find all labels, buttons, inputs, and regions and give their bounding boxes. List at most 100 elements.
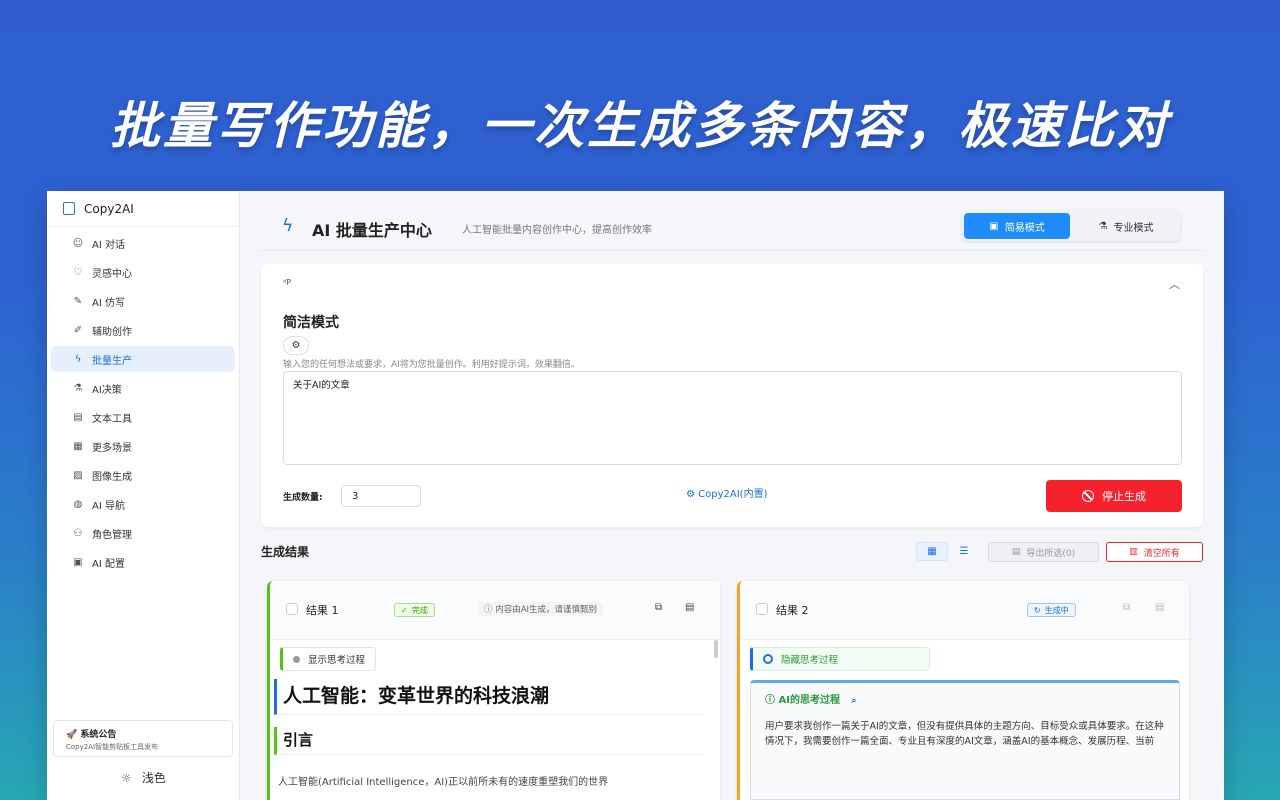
- users-icon: ⚇: [73, 527, 83, 539]
- notice-title: 🚀 系统公告: [66, 730, 117, 740]
- result-card: 结果 2 ↻ 生成中 ⧉ ▤ 隐藏思考过程 ⓘ AI的思考过程 ⌕ 用户要求我创作…: [737, 581, 1189, 800]
- thinking-title-text: AI的思考过程: [778, 695, 840, 706]
- sidebar-item-label: 图像生成: [92, 471, 132, 483]
- stop-label: 停止生成: [1102, 490, 1146, 503]
- sidebar-item[interactable]: ⚇ 角色管理: [51, 520, 235, 546]
- prompt-input[interactable]: [283, 371, 1182, 465]
- page-title: AI 批量生产中心: [312, 221, 432, 240]
- sidebar-item[interactable]: ☺ AI 对话: [51, 230, 235, 256]
- export-label: 导出所选(0): [1026, 548, 1076, 559]
- sidebar-item[interactable]: ▤ 文本工具: [51, 404, 235, 430]
- sidebar-item[interactable]: ϟ 批量生产: [51, 346, 235, 372]
- sun-icon: ☼: [121, 771, 132, 785]
- count-label: 生成数量:: [283, 493, 323, 503]
- stop-generation-button[interactable]: 停止生成: [1046, 480, 1182, 512]
- model-selector[interactable]: ⚙ Copy2AI(内置): [686, 485, 767, 500]
- ai-disclaimer: ⓘ 内容由AI生成，请谨慎甄别: [478, 602, 604, 616]
- clear-all-button[interactable]: ▥ 清空所有: [1106, 542, 1203, 562]
- sidebar-item-label: AI 仿写: [92, 297, 125, 309]
- sidebar-item[interactable]: ▦ 更多场景: [51, 433, 235, 459]
- result-card: 结果 1 ✓ 完成 ⓘ 内容由AI生成，请谨慎甄别 ⧉ ▤ 显示思考过程 人工智能…: [267, 581, 720, 800]
- lightning-icon: ϟ: [74, 353, 82, 365]
- sidebar-item-label: AI 对话: [92, 239, 125, 251]
- collapse-chevron-icon[interactable]: ︿: [1169, 276, 1180, 292]
- mode-switch: ▣ 简易模式 ⚗ 专业模式: [962, 211, 1180, 241]
- dot-icon: [293, 655, 300, 663]
- pro-mode-label: 专业模式: [1113, 222, 1154, 234]
- thinking-title: ⓘ AI的思考过程 ⌕: [765, 691, 856, 706]
- brand[interactable]: Copy2AI: [47, 191, 239, 227]
- flask-icon: ⚗: [73, 382, 83, 394]
- count-input[interactable]: [341, 485, 421, 507]
- system-notice[interactable]: 🚀 系统公告 Copy2AI智能剪贴板工具发布: [53, 720, 233, 757]
- promo-headline: 批量写作功能，一次生成多条内容，极速比对: [110, 97, 1170, 155]
- main-content: ϟ AI 批量生产中心 人工智能批量内容创作中心，提高创作效率 ▣ 简易模式 ⚗ 专…: [240, 191, 1224, 800]
- show-thinking-toggle[interactable]: 显示思考过程: [280, 647, 377, 671]
- brand-name: Copy2AI: [84, 201, 134, 216]
- status-text: 完成: [411, 605, 428, 615]
- export-icon: ▤: [1011, 547, 1021, 557]
- info-icon: ⓘ: [765, 695, 775, 706]
- sidebar-item[interactable]: ▨ 图像生成: [51, 462, 235, 488]
- spinner-icon: ↻: [1034, 605, 1041, 615]
- sidebar-item[interactable]: ♡ 灵感中心: [51, 259, 235, 285]
- pro-mode-button[interactable]: ⚗ 专业模式: [1074, 213, 1178, 239]
- sidebar-item-label: 更多场景: [92, 442, 132, 454]
- flask-icon: ⚗: [1098, 220, 1108, 232]
- status-badge: ✓ 完成: [394, 603, 435, 617]
- result-name: 结果 1: [306, 604, 339, 617]
- stop-icon: [1082, 490, 1094, 502]
- list-view-button[interactable]: ☰: [948, 542, 980, 561]
- article-excerpt: 人工智能(Artificial Intelligence，AI)正以前所未有的速…: [278, 777, 609, 788]
- chat-icon: ☺: [72, 237, 84, 249]
- scrollbar[interactable]: [714, 640, 718, 658]
- sidebar-item-label: AI 配置: [92, 558, 125, 570]
- save-document-icon[interactable]: ▤: [1155, 602, 1164, 613]
- select-checkbox[interactable]: [286, 603, 298, 615]
- sidebar-item[interactable]: ✐ 辅助创作: [51, 317, 235, 343]
- sidebar-item[interactable]: ✎ AI 仿写: [51, 288, 235, 314]
- simple-mode-label: 简易模式: [1004, 222, 1045, 234]
- document-icon: ▤: [73, 411, 83, 423]
- copy-logo-icon: [63, 202, 75, 215]
- sidebar-item-label: 辅助创作: [92, 326, 132, 338]
- sidebar-item-label: 角色管理: [92, 529, 132, 541]
- grid-icon: ▦: [73, 440, 83, 452]
- results-title: 生成结果: [261, 545, 310, 559]
- sidebar-nav: ☺ AI 对话 ♡ 灵感中心 ✎ AI 仿写 ✐ 辅助创作 ϟ 批量生产 ⚗ AI决策 ▤ 文本工具 ▦ 更多…: [47, 230, 239, 575]
- app-window: Copy2AI ☺ AI 对话 ♡ 灵感中心 ✎ AI 仿写 ✐ 辅助创作 ϟ 批量生产 ⚗ AI决策…: [47, 191, 1224, 800]
- grid-icon: ▣: [989, 220, 999, 232]
- sidebar-item[interactable]: ⚗ AI决策: [51, 375, 235, 401]
- result-card-header: 结果 2 ↻ 生成中 ⧉ ▤: [740, 581, 1189, 640]
- radio-dot-icon: [763, 654, 773, 664]
- sidebar-item-label: 批量生产: [92, 355, 132, 367]
- article-section-heading: 引言: [274, 727, 704, 755]
- save-document-icon[interactable]: ▤: [685, 602, 694, 613]
- sidebar-item-label: 文本工具: [92, 413, 132, 425]
- status-badge: ↻ 生成中: [1027, 603, 1076, 617]
- status-text: 生成中: [1044, 605, 1069, 615]
- page-subtitle: 人工智能批量内容创作中心，提高创作效率: [462, 225, 652, 236]
- select-checkbox[interactable]: [756, 603, 768, 615]
- copy-icon[interactable]: ⧉: [655, 602, 662, 613]
- simple-mode-button[interactable]: ▣ 简易模式: [964, 213, 1070, 239]
- hide-thinking-toggle[interactable]: 隐藏思考过程: [750, 647, 930, 671]
- sidebar-item[interactable]: ◍ AI 导航: [51, 491, 235, 517]
- search-icon: ⌕: [851, 696, 857, 706]
- copy-icon[interactable]: ⧉: [1123, 602, 1130, 613]
- mode-title: 简洁模式: [283, 315, 339, 331]
- sidebar-item[interactable]: ▣ AI 配置: [51, 549, 235, 575]
- settings-gear-button[interactable]: ⚙: [283, 336, 309, 355]
- model-label: Copy2AI(内置): [698, 489, 768, 500]
- grid-view-button[interactable]: ▦: [916, 542, 948, 561]
- export-selected-button[interactable]: ▤ 导出所选(0): [988, 542, 1099, 562]
- sidebar: Copy2AI ☺ AI 对话 ♡ 灵感中心 ✎ AI 仿写 ✐ 辅助创作 ϟ 批量生产 ⚗ AI决策…: [47, 191, 240, 800]
- notice-text: Copy2AI智能剪贴板工具发布: [66, 743, 159, 751]
- panel-label: ᵈP: [283, 278, 292, 287]
- sidebar-item-label: AI决策: [92, 384, 122, 396]
- sidebar-item-label: AI 导航: [92, 500, 125, 512]
- theme-toggle[interactable]: ☼ 浅色: [47, 769, 240, 786]
- image-icon: ▨: [73, 469, 83, 481]
- input-panel: ᵈP ︿ 简洁模式 ⚙ 输入您的任何想法或要求，AI将为您批量创作。利用好提示词…: [261, 264, 1203, 527]
- lightbulb-icon: ♡: [73, 266, 83, 278]
